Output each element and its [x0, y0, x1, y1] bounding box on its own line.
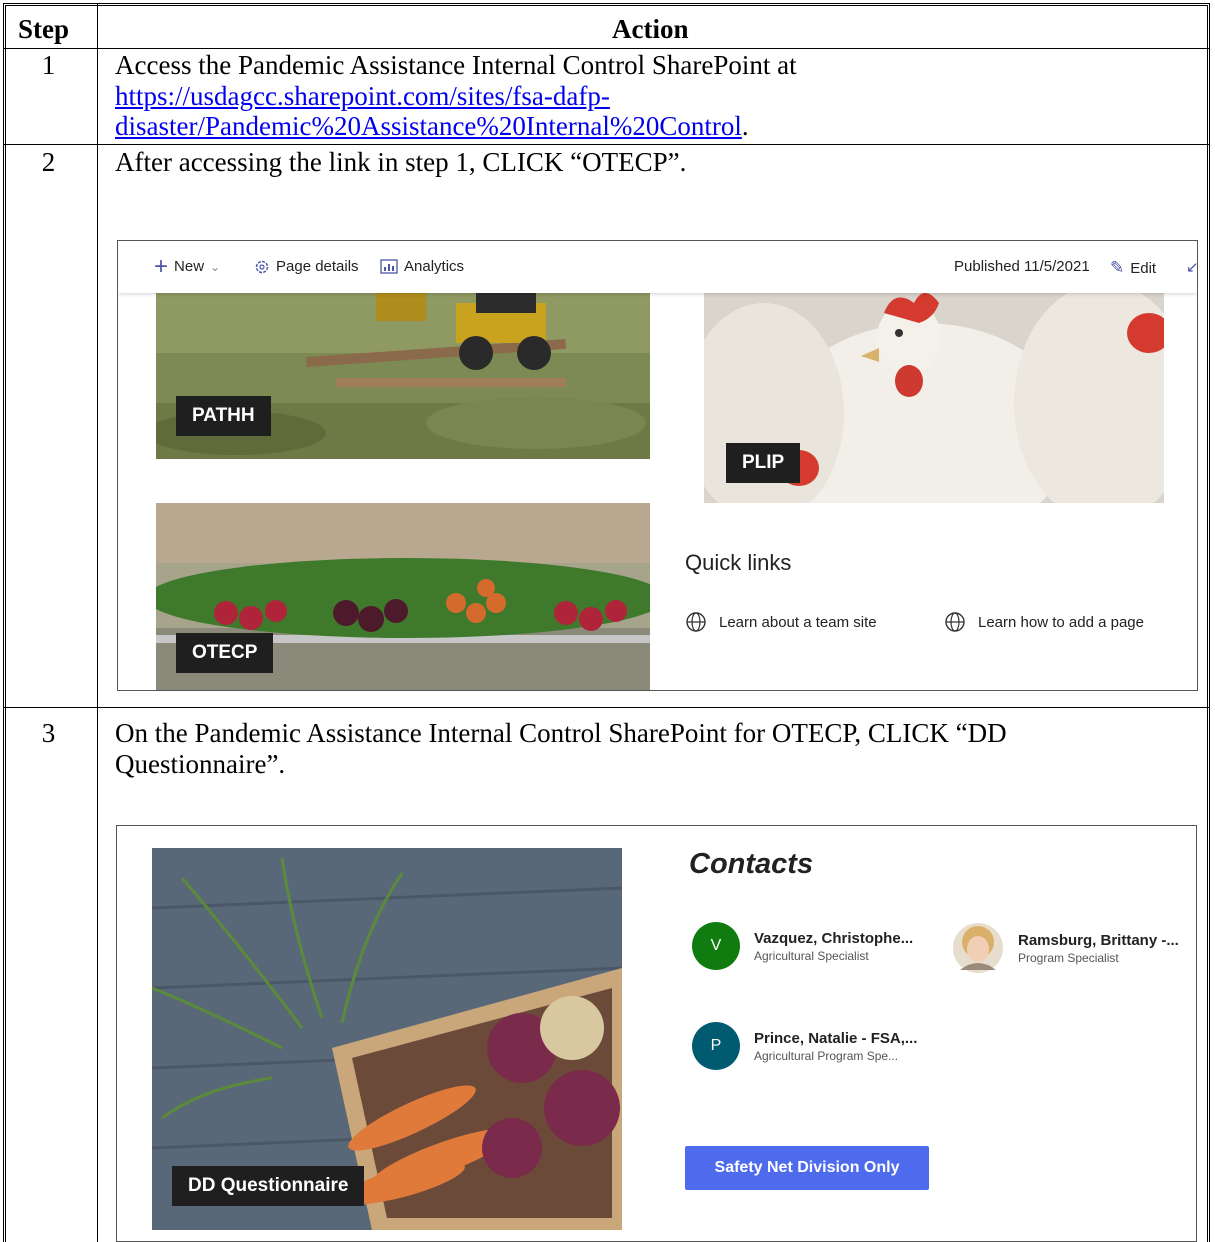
quick-link-add-page[interactable]: Learn how to add a page [944, 611, 1144, 633]
plus-icon: + [154, 252, 169, 280]
tile-label-otecp: OTECP [176, 633, 274, 673]
new-button[interactable]: + New ⌄ [154, 252, 221, 280]
step-3-text: On the Pandemic Assistance Internal Cont… [115, 718, 1007, 779]
contact-name: Prince, Natalie - FSA,... [754, 1029, 918, 1047]
page-details-button[interactable]: Page details [254, 258, 359, 275]
contacts-title: Contacts [689, 848, 814, 880]
new-label: New [174, 258, 205, 275]
page-details-label: Page details [276, 258, 359, 275]
contact-name: Vazquez, Christophe... [754, 929, 914, 947]
globe-icon [686, 612, 706, 632]
contact-role: Agricultural Specialist [754, 948, 869, 963]
tile-label-pathh: PATHH [176, 396, 271, 436]
contact-role: Program Specialist [1018, 950, 1119, 965]
sharepoint-screenshot-2: DD Questionnaire Contacts V Vazquez, Chr… [116, 825, 1197, 1242]
contact-card[interactable]: P Prince, Natalie - FSA,... Agricultural… [692, 1022, 917, 1070]
column-divider [97, 3, 98, 1242]
edit-label: Edit [1130, 259, 1157, 277]
row-divider [3, 144, 1210, 145]
expand-icon[interactable]: ↙ [1186, 258, 1197, 276]
step-1-instruction: Access the Pandemic Assistance Internal … [115, 50, 797, 80]
row-divider [3, 707, 1210, 708]
quick-links-title: Quick links [685, 550, 792, 575]
published-label: Published 11/5/2021 [954, 258, 1090, 275]
contact-card[interactable]: V Vazquez, Christophe... Agricultural Sp… [692, 922, 913, 970]
step-1-text: Access the Pandemic Assistance Internal … [115, 50, 797, 142]
safety-net-division-button[interactable]: Safety Net Division Only [685, 1146, 929, 1190]
tile-label-plip: PLIP [726, 443, 801, 483]
step-number: 1 [41, 50, 56, 80]
contact-card[interactable]: Ramsburg, Brittany -... Program Speciali… [952, 922, 1179, 974]
dd-questionnaire-tile[interactable]: DD Questionnaire [152, 848, 622, 1230]
sharepoint-screenshot-1: PATHH PLIP OTECP + New ⌄ Page details An… [117, 240, 1198, 691]
quick-link-label: Learn about a team site [719, 613, 877, 631]
sharepoint-link-line1[interactable]: https://usdagcc.sharepoint.com/sites/fsa… [115, 81, 610, 111]
plip-tile[interactable]: PLIP [704, 293, 1164, 503]
sharepoint-command-bar: + New ⌄ Page details Analytics Published… [118, 241, 1197, 293]
pencil-icon: ✎ [1110, 258, 1125, 277]
tile-label-dd-questionnaire: DD Questionnaire [172, 1166, 365, 1206]
published-status: Published 11/5/2021 [954, 258, 1090, 275]
quick-link-label: Learn how to add a page [978, 613, 1144, 631]
analytics-button[interactable]: Analytics [380, 258, 464, 275]
header-action: Action [612, 14, 689, 44]
sharepoint-link-line2[interactable]: disaster/Pandemic%20Assistance%20Interna… [115, 111, 742, 141]
link-period: . [741, 111, 749, 141]
analytics-label: Analytics [404, 258, 465, 275]
avatar: P [692, 1022, 740, 1070]
avatar: V [692, 922, 740, 970]
header-step: Step [18, 14, 70, 44]
row-divider [3, 48, 1210, 49]
avatar [953, 923, 1003, 973]
step-2-instruction: After accessing the link in step 1, CLIC… [115, 147, 687, 177]
quick-link-team-site[interactable]: Learn about a team site [685, 611, 877, 633]
otecp-tile[interactable]: OTECP [156, 503, 650, 690]
step-3-instruction-line1: On the Pandemic Assistance Internal Cont… [115, 718, 1007, 748]
step-3-instruction-line2: Questionnaire”. [115, 748, 286, 779]
chevron-down-icon: ⌄ [210, 259, 221, 274]
step-number: 2 [41, 147, 56, 177]
contact-name: Ramsburg, Brittany -... [1018, 931, 1179, 949]
gear-icon [255, 260, 269, 273]
procedure-table: Step Action 1 Access the Pandemic Assist… [0, 0, 1215, 1242]
contact-role: Agricultural Program Spe... [754, 1048, 899, 1063]
analytics-icon [380, 259, 398, 274]
globe-icon [945, 612, 965, 632]
pathh-tile[interactable]: PATHH [156, 293, 650, 459]
step-number: 3 [41, 718, 56, 748]
edit-button[interactable]: ✎ Edit [1110, 258, 1156, 278]
